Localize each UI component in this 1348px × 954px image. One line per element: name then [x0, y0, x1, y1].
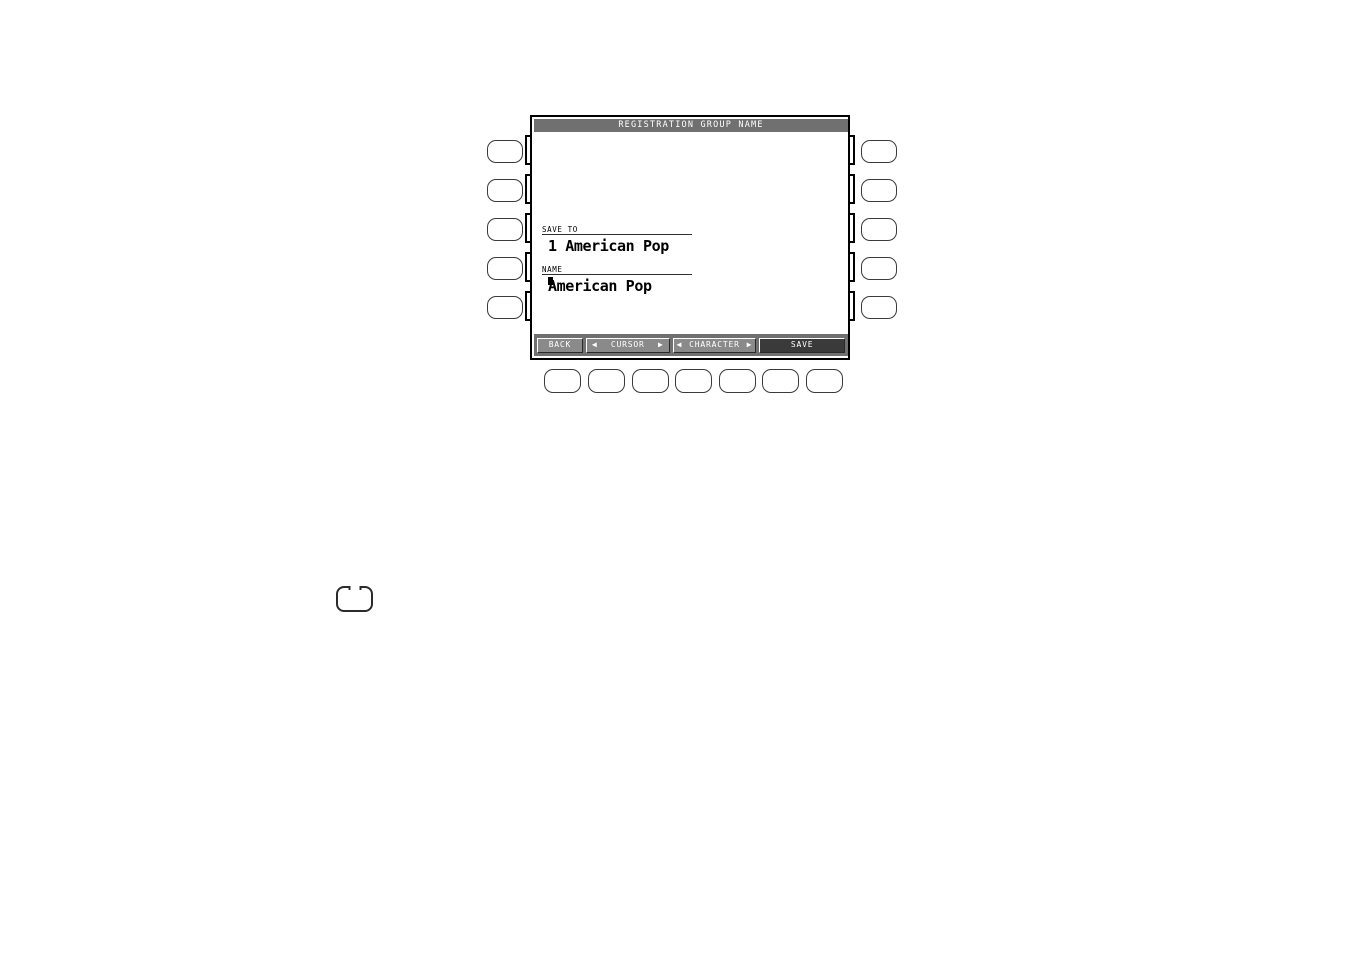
softkey-bar: BACK ◀ CURSOR ▶ ◀ CHARACTER ▶ SAVE — [534, 334, 848, 356]
bottom-button-5[interactable] — [719, 369, 756, 393]
softkey-save[interactable]: SAVE — [759, 337, 845, 353]
right-button-2[interactable] — [861, 179, 897, 202]
right-button-5[interactable] — [861, 296, 897, 319]
left-button-5[interactable] — [487, 296, 523, 319]
bezel-notch-left-1 — [525, 135, 532, 165]
save-to-field[interactable]: SAVE TO 1 American Pop — [542, 225, 692, 256]
bezel-notch-right-4 — [848, 252, 855, 282]
name-field[interactable]: NAME American Pop — [542, 265, 692, 296]
left-button-2[interactable] — [487, 179, 523, 202]
bottom-button-6[interactable] — [762, 369, 799, 393]
right-button-1[interactable] — [861, 140, 897, 163]
name-rule — [542, 274, 692, 275]
text-cursor: A — [548, 277, 557, 295]
bottom-button-2[interactable] — [588, 369, 625, 393]
character-left-arrow-icon[interactable]: ◀ — [677, 341, 683, 349]
softkey-character[interactable]: ◀ CHARACTER ▶ — [672, 337, 757, 353]
right-button-3[interactable] — [861, 218, 897, 241]
cursor-left-arrow-icon[interactable]: ◀ — [592, 341, 598, 349]
bottom-button-7[interactable] — [806, 369, 843, 393]
bottom-button-1[interactable] — [544, 369, 581, 393]
right-button-4[interactable] — [861, 257, 897, 280]
lcd-screen: REGISTRATION GROUP NAME SAVE TO 1 Americ… — [525, 115, 855, 360]
softkey-cursor-label: CURSOR — [610, 340, 645, 349]
bezel-notch-left-3 — [525, 213, 532, 243]
screen-title: REGISTRATION GROUP NAME — [534, 119, 848, 132]
cursor-right-arrow-icon[interactable]: ▶ — [658, 341, 664, 349]
bezel-notch-right-5 — [848, 291, 855, 321]
softkey-save-label: SAVE — [790, 340, 814, 349]
name-value: American Pop — [542, 277, 692, 296]
softkey-character-label: CHARACTER — [689, 340, 740, 349]
bezel-notch-left-5 — [525, 291, 532, 321]
keyboard-control-panel: REGISTRATION GROUP NAME SAVE TO 1 Americ… — [0, 0, 1348, 954]
softkey-cursor[interactable]: ◀ CURSOR ▶ — [585, 337, 670, 353]
softkey-back[interactable]: BACK — [537, 337, 583, 353]
bottom-button-4[interactable] — [675, 369, 712, 393]
bezel-notch-right-1 — [848, 135, 855, 165]
bezel-notch-right-3 — [848, 213, 855, 243]
exit-button[interactable] — [336, 585, 373, 612]
bottom-button-3[interactable] — [632, 369, 669, 393]
left-button-4[interactable] — [487, 257, 523, 280]
left-button-1[interactable] — [487, 140, 523, 163]
bezel-notch-left-4 — [525, 252, 532, 282]
bezel-notch-left-2 — [525, 174, 532, 204]
left-button-3[interactable] — [487, 218, 523, 241]
name-value-rest: merican Pop — [556, 277, 652, 295]
bezel-notch-right-2 — [848, 174, 855, 204]
exit-button-notch — [348, 585, 361, 590]
save-to-rule — [542, 234, 692, 235]
softkey-back-label: BACK — [548, 340, 572, 349]
character-right-arrow-icon[interactable]: ▶ — [747, 341, 753, 349]
name-label: NAME — [542, 265, 563, 274]
save-to-value: 1 American Pop — [548, 237, 669, 255]
screen-content-area: SAVE TO 1 American Pop NAME American Pop — [534, 132, 848, 358]
save-to-label: SAVE TO — [542, 225, 578, 234]
